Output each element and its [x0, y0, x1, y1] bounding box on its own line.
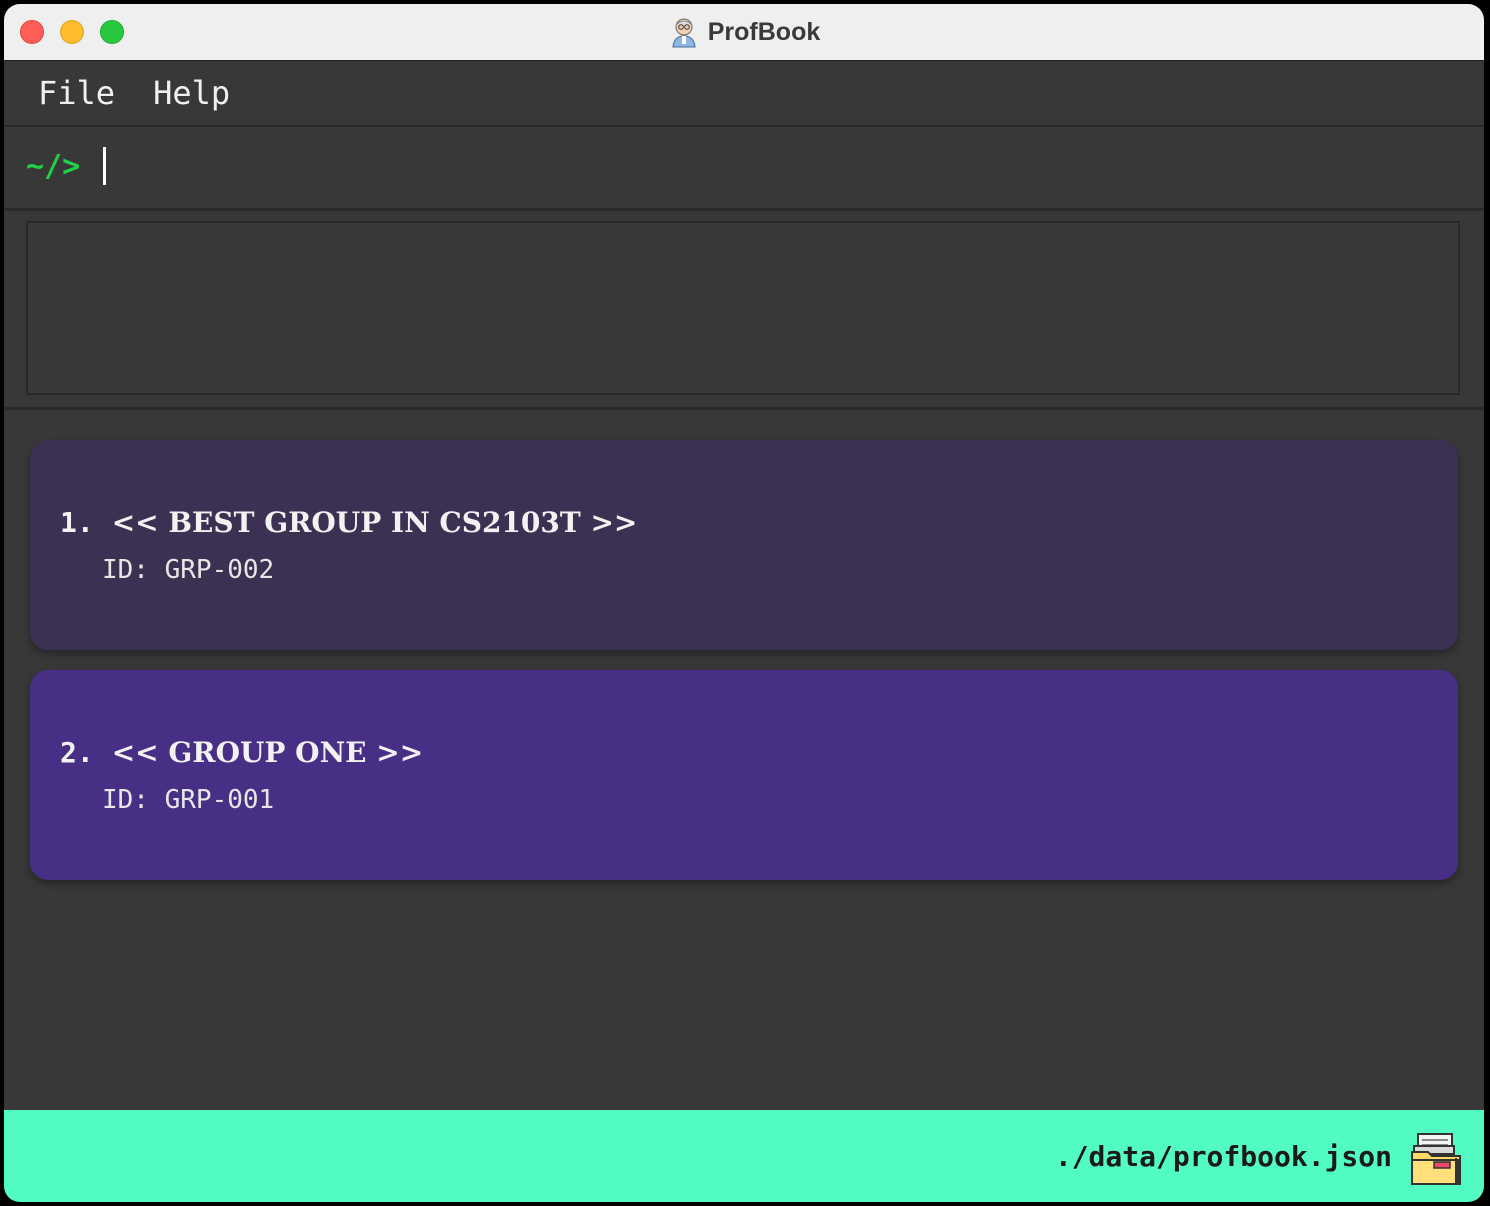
window-title: ProfBook — [707, 17, 821, 46]
group-index: 2. — [60, 736, 94, 769]
folder-icon — [1411, 1133, 1461, 1185]
group-id: ID: GRP-002 — [102, 555, 274, 585]
menu-bar: File Help — [4, 61, 1484, 127]
group-id: ID: GRP-001 — [102, 785, 274, 815]
command-prompt: ~/> — [26, 149, 81, 184]
professor-avatar-icon — [672, 18, 696, 48]
group-index: 1. — [60, 506, 94, 539]
group-id-label: ID: — [102, 785, 149, 815]
window-title-group: ProfBook — [4, 4, 1484, 60]
group-id-label: ID: — [102, 555, 149, 585]
group-title: 1. << BEST GROUP IN CS2103T >> — [60, 506, 637, 539]
group-list[interactable]: 1. << BEST GROUP IN CS2103T >> ID: GRP-00… — [30, 440, 1458, 900]
group-name: << BEST GROUP IN CS2103T >> — [111, 506, 638, 539]
list-item[interactable]: 1. << BEST GROUP IN CS2103T >> ID: GRP-00… — [30, 440, 1458, 650]
section-divider — [4, 407, 1484, 410]
group-name: << GROUP ONE >> — [111, 736, 424, 769]
command-input[interactable] — [100, 145, 1464, 189]
menu-file[interactable]: File — [4, 74, 115, 112]
group-id-value: GRP-001 — [164, 785, 275, 815]
group-title: 2. << GROUP ONE >> — [60, 736, 423, 769]
data-file-path: ./data/profbook.json — [1054, 1140, 1392, 1173]
menu-help[interactable]: Help — [119, 74, 230, 112]
text-caret — [103, 147, 106, 185]
command-bar: ~/> — [4, 127, 1484, 211]
app-window: ProfBook File Help ~/> 1. << BEST GROUP I… — [4, 4, 1484, 1202]
result-display[interactable] — [26, 221, 1460, 395]
status-bar: ./data/profbook.json — [4, 1110, 1484, 1202]
list-item[interactable]: 2. << GROUP ONE >> ID: GRP-001 — [30, 670, 1458, 880]
title-bar[interactable]: ProfBook — [4, 4, 1484, 61]
group-id-value: GRP-002 — [164, 555, 275, 585]
